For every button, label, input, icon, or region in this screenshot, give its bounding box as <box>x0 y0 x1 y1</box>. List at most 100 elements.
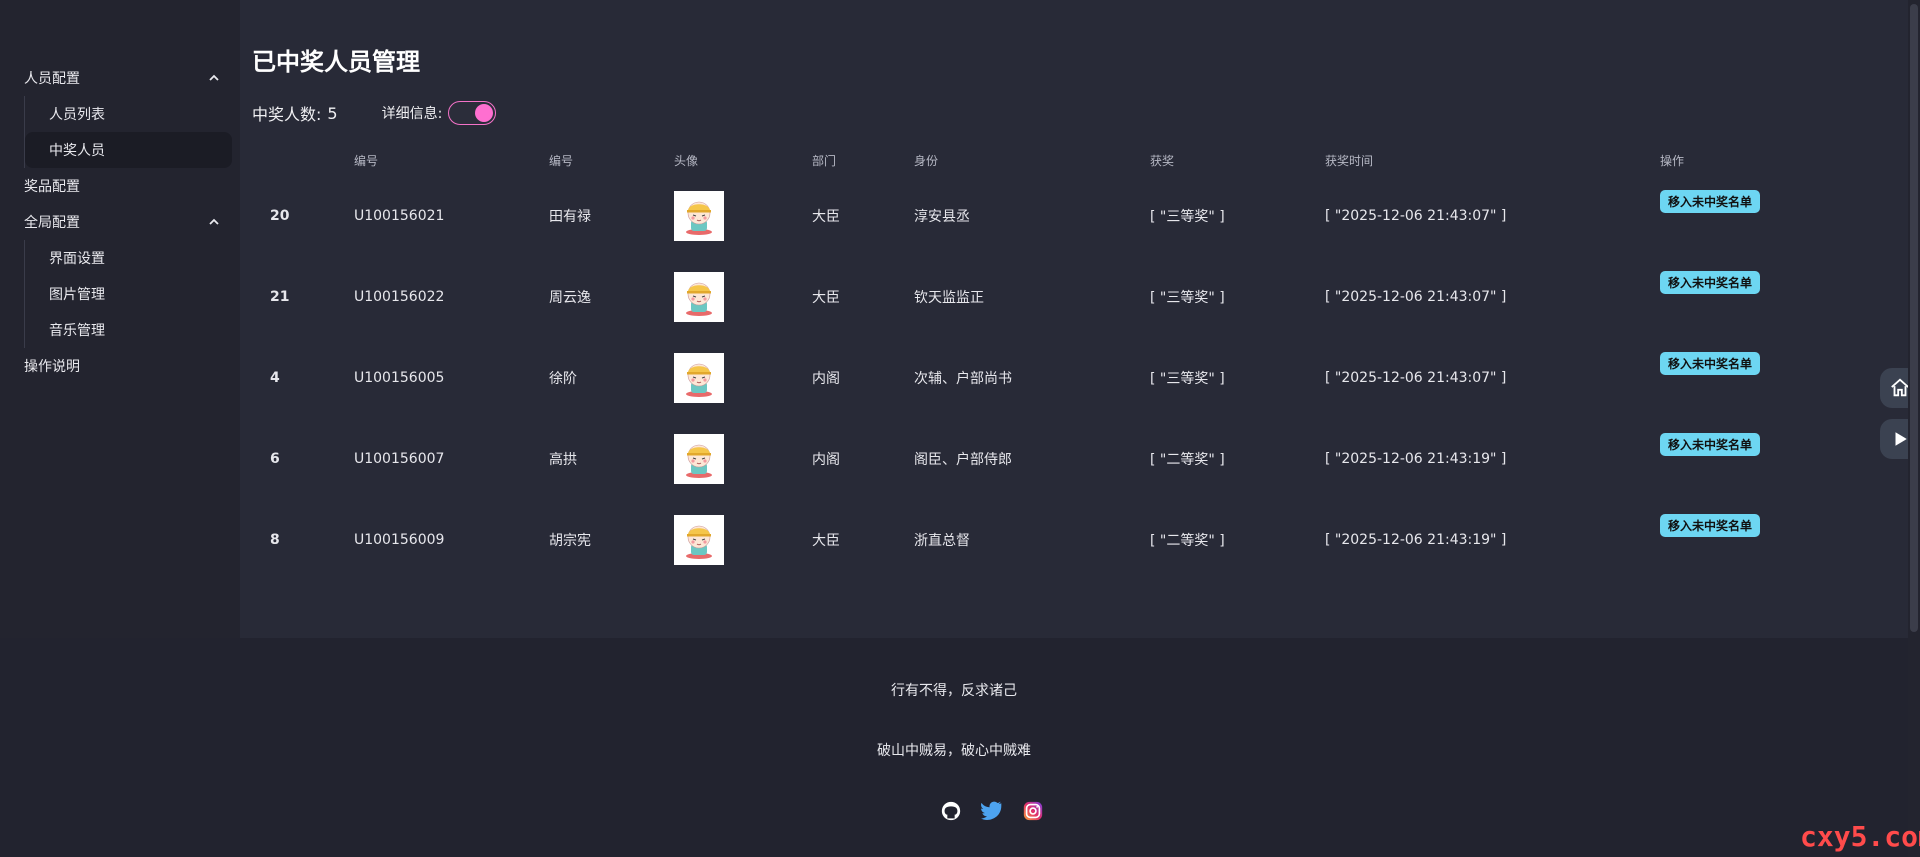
page-title: 已中奖人员管理 <box>252 48 420 76</box>
cartoon-avatar-icon <box>686 444 712 478</box>
sidebar-item-music-management[interactable]: 音乐管理 <box>25 312 232 348</box>
column-header: 获奖时间 <box>1325 153 1374 168</box>
row-prize: [ "三等奖" ] <box>1150 370 1225 387</box>
winner-count-value: 5 <box>327 103 338 123</box>
toggle-knob <box>475 104 494 122</box>
move-to-unwon-button[interactable]: 移入未中奖名单 <box>1660 514 1761 537</box>
avatar <box>674 352 724 403</box>
table-row: 20 U100156021 田有禄 大臣 淳安县丞 [ "三等奖" ] ["2… <box>240 175 1900 256</box>
row-avatar-cell <box>674 499 812 580</box>
avatar <box>674 433 724 484</box>
chevron-up-icon <box>209 74 219 81</box>
column-header-index <box>240 145 354 175</box>
cartoon-avatar-icon <box>686 363 712 397</box>
move-to-unwon-button[interactable]: 移入未中奖名单 <box>1660 271 1761 294</box>
summary-bar: 中奖人数: 5 详细信息: <box>252 101 497 125</box>
github-icon[interactable] <box>940 800 962 822</box>
row-department: 大臣 <box>812 532 840 549</box>
row-code: U100156005 <box>354 369 445 386</box>
cartoon-avatar-icon <box>686 525 712 559</box>
row-time: [ "2025-12-06 21:43:19" ] <box>1325 450 1507 467</box>
row-department: 大臣 <box>812 208 840 225</box>
instagram-icon[interactable] <box>1022 800 1044 822</box>
move-to-unwon-button[interactable]: 移入未中奖名单 <box>1660 190 1761 213</box>
row-avatar-cell <box>674 175 812 256</box>
detail-info-toggle[interactable] <box>448 101 497 125</box>
table-row: 6 U100156007 高拱 内阁 阁臣、户部侍郎 [ "二等奖" ] ["… <box>240 418 1900 499</box>
row-name: 周云逸 <box>549 289 591 306</box>
table-row: 21 U100156022 周云逸 大臣 钦天监监正 [ "三等奖" ] ["… <box>240 256 1900 337</box>
row-actions: 移入未中奖名单 <box>1660 256 1900 337</box>
row-avatar-cell <box>674 256 812 337</box>
menu-group-label: 人员配置 <box>24 71 80 87</box>
play-icon <box>1895 432 1907 446</box>
menu-group-label: 全局配置 <box>24 215 80 231</box>
row-prize: [ "三等奖" ] <box>1150 289 1225 306</box>
move-to-unwon-button[interactable]: 移入未中奖名单 <box>1660 352 1761 375</box>
row-role: 阁臣、户部侍郎 <box>914 451 1012 468</box>
row-actions: 移入未中奖名单 <box>1660 418 1900 499</box>
row-code: U100156021 <box>354 207 445 224</box>
table-body: 20 U100156021 田有禄 大臣 淳安县丞 [ "三等奖" ] ["2… <box>240 175 1900 580</box>
column-header: 编号 <box>354 153 379 168</box>
row-department: 内阁 <box>812 370 840 387</box>
row-actions: 移入未中奖名单 <box>1660 337 1900 418</box>
row-time: [ "2025-12-06 21:43:07" ] <box>1325 369 1507 386</box>
column-header: 部门 <box>812 153 837 168</box>
column-header: 操作 <box>1660 153 1685 168</box>
row-index: 20 <box>270 207 290 224</box>
row-role: 钦天监监正 <box>914 289 984 306</box>
sidebar-item-instructions[interactable]: 操作说明 <box>0 348 240 384</box>
row-code: U100156022 <box>354 288 445 305</box>
row-time: [ "2025-12-06 21:43:07" ] <box>1325 288 1507 305</box>
row-actions: 移入未中奖名单 <box>1660 499 1900 580</box>
winners-table: 编号 编号 头像 部门 身份 获奖 获奖时间 操作 20 U100156021 … <box>240 145 1900 580</box>
row-prize: [ "二等奖" ] <box>1150 451 1225 468</box>
row-code: U100156007 <box>354 450 445 467</box>
row-department: 大臣 <box>812 289 840 306</box>
row-prize: [ "三等奖" ] <box>1150 208 1225 225</box>
sidebar-item-ui-settings[interactable]: 界面设置 <box>25 240 232 276</box>
row-department: 内阁 <box>812 451 840 468</box>
sidebar-item-personnel-list[interactable]: 人员列表 <box>25 96 232 132</box>
row-name: 胡宗宪 <box>549 532 591 549</box>
row-role: 浙直总督 <box>914 532 970 549</box>
twitter-icon[interactable] <box>980 800 1004 822</box>
cartoon-avatar-icon <box>686 201 712 235</box>
page-scrollbar-thumb[interactable] <box>1910 4 1918 632</box>
row-time: [ "2025-12-06 21:43:07" ] <box>1325 207 1507 224</box>
table-header-row: 编号 编号 头像 部门 身份 获奖 获奖时间 操作 <box>240 145 1900 175</box>
sidebar-item-winners[interactable]: 中奖人员 <box>25 132 232 168</box>
avatar <box>674 271 724 322</box>
move-to-unwon-button[interactable]: 移入未中奖名单 <box>1660 433 1761 456</box>
footer-quote-1: 行有不得，反求诸己 <box>891 683 1017 699</box>
column-header: 获奖 <box>1150 153 1175 168</box>
row-index: 21 <box>270 288 290 305</box>
row-avatar-cell <box>674 418 812 499</box>
row-name: 徐阶 <box>549 370 577 387</box>
row-code: U100156009 <box>354 531 445 548</box>
sidebar-item-image-management[interactable]: 图片管理 <box>25 276 232 312</box>
row-index: 8 <box>270 531 280 548</box>
row-name: 高拱 <box>549 451 577 468</box>
avatar <box>674 190 724 241</box>
watermark: cxy5.com <box>1800 820 1920 853</box>
main-panel: 已中奖人员管理 中奖人数: 5 详细信息: 编号 编号 头像 部门 身份 获奖 … <box>240 0 1910 638</box>
avatar <box>674 514 724 565</box>
column-header: 头像 <box>674 153 699 168</box>
row-role: 次辅、户部尚书 <box>914 370 1012 387</box>
row-time: [ "2025-12-06 21:43:19" ] <box>1325 531 1507 548</box>
sidebar: 人员配置 人员列表 中奖人员 奖品配置 全局配置 界面设置 图片管理 音乐管理 … <box>0 0 240 638</box>
footer-quote-2: 破山中贼易，破心中贼难 <box>877 743 1031 759</box>
detail-info-label: 详细信息: <box>381 106 443 122</box>
row-name: 田有禄 <box>549 208 591 225</box>
cartoon-avatar-icon <box>686 282 712 316</box>
menu-group-global[interactable]: 全局配置 <box>0 204 240 240</box>
column-header: 编号 <box>549 153 574 168</box>
sidebar-item-prize-config[interactable]: 奖品配置 <box>0 168 240 204</box>
row-avatar-cell <box>674 337 812 418</box>
menu-group-personnel[interactable]: 人员配置 <box>0 60 240 96</box>
row-role: 淳安县丞 <box>914 208 970 225</box>
table-row: 8 U100156009 胡宗宪 大臣 浙直总督 [ "二等奖" ] ["20… <box>240 499 1900 580</box>
social-links <box>940 800 1044 822</box>
